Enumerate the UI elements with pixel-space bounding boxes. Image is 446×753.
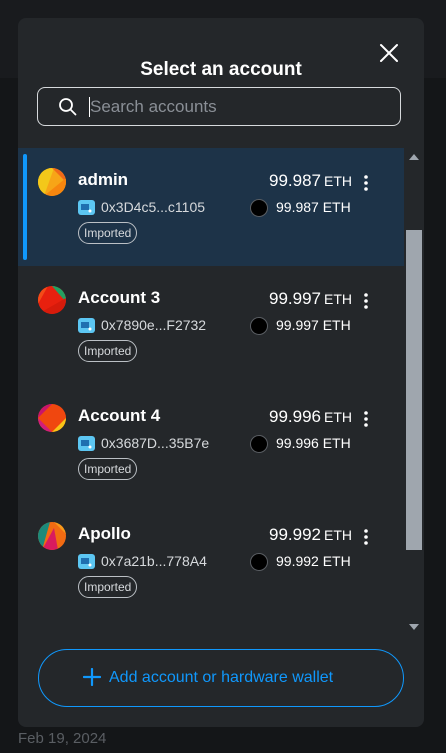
modal-title: Select an account [140, 59, 302, 80]
account-item-account-4[interactable]: Account 4 99.996 ETH 0x3687D...35B7e 99.9… [18, 384, 404, 502]
account-selector-modal: Select an account admin 99.987ETH [18, 18, 424, 727]
search-input[interactable] [88, 93, 392, 121]
plus-icon [83, 668, 101, 686]
add-account-button-label: Add account or hardware wallet [109, 669, 334, 686]
token-balance: 99.987 ETH [276, 199, 351, 215]
account-avatar-icon [38, 168, 66, 196]
account-name: admin [78, 170, 129, 189]
wallet-address-icon [78, 436, 95, 451]
kebab-menu-icon[interactable] [358, 410, 374, 428]
account-avatar-icon [38, 522, 66, 550]
imported-badge: Imported [78, 222, 138, 244]
account-name: Account 4 [78, 406, 161, 425]
eth-token-icon [250, 317, 268, 335]
account-address: 0x3687D...35B7e [101, 435, 210, 451]
eth-token-icon [250, 199, 268, 217]
selected-indicator [23, 154, 27, 260]
close-icon[interactable] [378, 42, 400, 64]
kebab-menu-icon[interactable] [358, 528, 374, 546]
imported-badge: Imported [78, 340, 138, 362]
background-date-text: Feb 19, 2024 [18, 730, 107, 747]
scrollbar-thumb[interactable] [406, 230, 422, 550]
account-balance: 99.997 ETH [269, 289, 352, 308]
imported-badge: Imported [78, 458, 138, 480]
scroll-down-arrow-icon[interactable] [409, 624, 419, 630]
account-address: 0x7890e...F2732 [101, 317, 207, 333]
scroll-up-arrow-icon[interactable] [409, 154, 419, 160]
eth-token-icon [250, 435, 268, 453]
account-name: Apollo [78, 524, 131, 543]
account-item-apollo[interactable]: Apollo 99.992 ETH 0x7a21b...778A4 99.992 … [18, 502, 404, 620]
account-avatar-icon [38, 286, 66, 314]
token-balance: 99.992 ETH [276, 553, 351, 569]
search-icon [59, 98, 77, 116]
kebab-menu-icon[interactable] [358, 292, 374, 310]
search-field[interactable] [37, 87, 401, 126]
account-item-admin[interactable]: admin 99.987 ETH 0x3D4c5...c1105 99.987 E… [18, 148, 404, 266]
list-scrollbar[interactable] [404, 148, 424, 630]
account-balance: 99.996 ETH [269, 407, 352, 426]
token-balance: 99.997 ETH [276, 317, 351, 333]
token-balance: 99.996 ETH [276, 435, 351, 451]
wallet-address-icon [78, 200, 95, 215]
imported-badge: Imported [78, 576, 138, 598]
account-balance: 99.987 ETH [269, 171, 352, 190]
wallet-address-icon [78, 318, 95, 333]
eth-token-icon [250, 553, 268, 571]
account-balance: 99.992 ETH [269, 525, 352, 544]
kebab-menu-icon[interactable] [358, 174, 374, 192]
account-address: 0x7a21b...778A4 [101, 553, 207, 569]
account-name: Account 3 [78, 288, 161, 307]
add-account-button[interactable]: Add account or hardware wallet [38, 649, 404, 707]
text-caret [89, 97, 90, 117]
wallet-address-icon [78, 554, 95, 569]
account-avatar-icon [38, 404, 66, 432]
account-address: 0x3D4c5...c1105 [101, 199, 206, 215]
account-item-account-3[interactable]: Account 3 99.997 ETH 0x7890e...F2732 99.9… [18, 266, 404, 384]
account-list: admin 99.987 ETH 0x3D4c5...c1105 99.987 E… [18, 148, 404, 628]
